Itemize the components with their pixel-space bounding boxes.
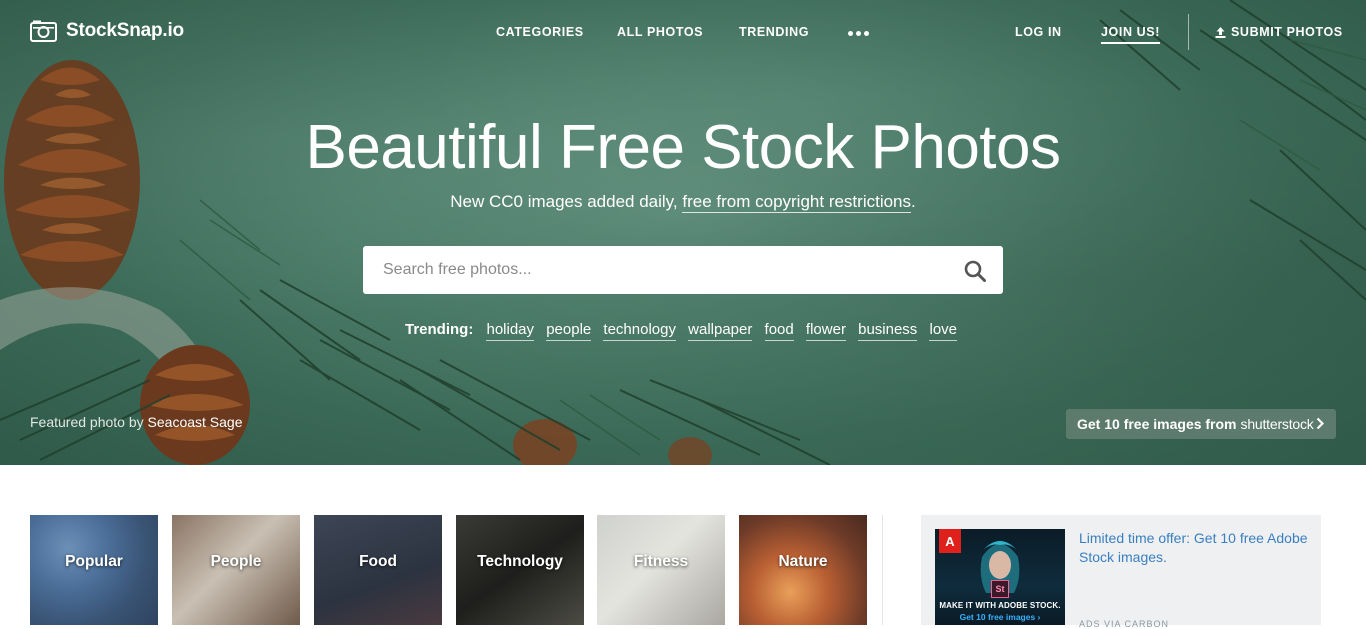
- carbon-ad: A St MAKE IT WITH ADOBE STOCK. Get 10 fr…: [921, 515, 1321, 629]
- trending-tag[interactable]: people: [546, 321, 592, 341]
- ad-caption: MAKE IT WITH ADOBE STOCK.: [939, 601, 1061, 610]
- pine-cone-bottom: [140, 345, 250, 465]
- trending-tag[interactable]: food: [764, 321, 794, 341]
- camera-icon: [30, 20, 57, 42]
- category-label: Food: [359, 553, 397, 570]
- category-label: Popular: [65, 553, 123, 570]
- category-fitness[interactable]: Fitness: [597, 515, 725, 625]
- hero-banner: StockSnap.io CATEGORIES ALL PHOTOS TREND…: [0, 0, 1366, 465]
- category-label: Technology: [477, 553, 563, 570]
- category-people[interactable]: People: [172, 515, 300, 625]
- subheadline-suffix: .: [911, 192, 916, 211]
- nav-categories[interactable]: CATEGORIES: [496, 25, 584, 39]
- upload-icon: [1215, 26, 1226, 38]
- nav-log-in[interactable]: LOG IN: [1015, 25, 1062, 39]
- trending-tags: Trending: holiday people technology wall…: [0, 321, 1366, 341]
- category-label: Nature: [778, 553, 828, 570]
- page-title: Beautiful Free Stock Photos: [305, 113, 1061, 182]
- trending-label: Trending:: [404, 321, 474, 338]
- nav-all-photos[interactable]: ALL PHOTOS: [617, 25, 703, 39]
- trending-tag[interactable]: wallpaper: [688, 321, 753, 341]
- trending-tag[interactable]: love: [929, 321, 958, 341]
- shutterstock-promo-button[interactable]: Get 10 free images from shutterstock: [1066, 409, 1336, 439]
- featured-credit: Featured photo by Seacoast Sage: [30, 414, 243, 430]
- trending-tag[interactable]: flower: [805, 321, 846, 341]
- logo-text: StockSnap.io: [66, 20, 184, 41]
- submit-photos-button[interactable]: SUBMIT PHOTOS: [1215, 25, 1343, 39]
- search-input[interactable]: [363, 246, 1003, 294]
- featured-author-link[interactable]: Seacoast Sage: [148, 414, 243, 430]
- nav-trending[interactable]: TRENDING: [739, 25, 809, 39]
- category-nature[interactable]: Nature: [739, 515, 867, 625]
- chevron-right-icon: [1316, 417, 1324, 430]
- adobe-logo-icon: A: [939, 529, 961, 553]
- logo[interactable]: StockSnap.io: [30, 20, 184, 42]
- subheadline: New CC0 images added daily, free from co…: [0, 192, 1366, 213]
- ad-text-link[interactable]: Limited time offer: Get 10 free Adobe St…: [1079, 529, 1309, 567]
- nav-join[interactable]: JOIN US!: [1101, 25, 1160, 44]
- category-technology[interactable]: Technology: [456, 515, 584, 625]
- copyright-link[interactable]: free from copyright restrictions: [682, 192, 912, 213]
- section-divider: [882, 515, 883, 625]
- pine-decoration: [0, 0, 1366, 465]
- shutterstock-brand: shutterstock: [1240, 416, 1314, 432]
- top-navigation: StockSnap.io CATEGORIES ALL PHOTOS TREND…: [0, 0, 1366, 64]
- category-label: Fitness: [633, 553, 689, 570]
- ads-via-carbon[interactable]: ADS VIA CARBON: [1079, 619, 1169, 629]
- featured-prefix: Featured photo by: [30, 414, 148, 430]
- subheadline-text: New CC0 images added daily,: [450, 192, 683, 211]
- trending-tag[interactable]: business: [858, 321, 918, 341]
- category-food[interactable]: Food: [314, 515, 442, 625]
- promo-label: Get 10 free images from: [1077, 416, 1237, 432]
- submit-photos-label: SUBMIT PHOTOS: [1231, 25, 1343, 39]
- ad-image[interactable]: A St MAKE IT WITH ADOBE STOCK. Get 10 fr…: [935, 529, 1065, 625]
- nav-divider: [1188, 14, 1189, 50]
- ad-cta[interactable]: Get 10 free images ›: [935, 612, 1065, 622]
- more-menu-icon[interactable]: [848, 31, 869, 36]
- pine-cone-small: [668, 437, 712, 465]
- category-label: People: [210, 553, 262, 570]
- adobe-stock-badge: St: [991, 580, 1009, 598]
- trending-tag[interactable]: technology: [603, 321, 676, 341]
- category-popular[interactable]: Popular: [30, 515, 158, 625]
- search-icon[interactable]: [964, 260, 986, 282]
- trending-tag[interactable]: holiday: [486, 321, 535, 341]
